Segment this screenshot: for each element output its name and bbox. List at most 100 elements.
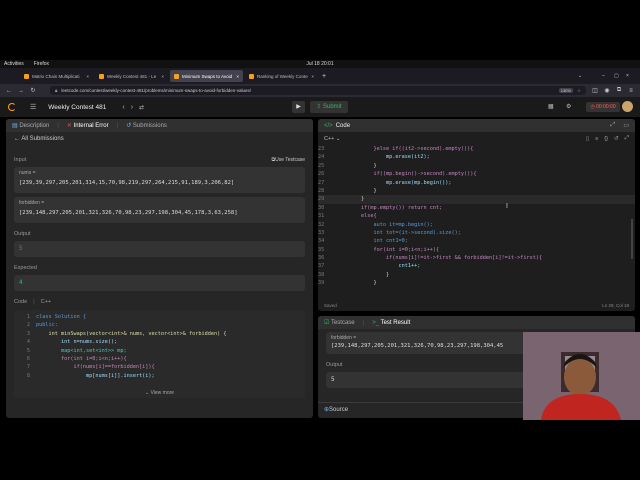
tab-label: Test Result xyxy=(380,319,411,326)
timer-value: 00:00:00 xyxy=(596,104,616,110)
favicon-icon xyxy=(174,73,179,79)
extensions-icon[interactable]: ⧉ xyxy=(616,87,622,94)
editor-status-bar: Saved Ln 29, Col 18 xyxy=(318,299,635,311)
format-icon[interactable]: ≡ xyxy=(595,136,598,142)
error-icon: ✕ xyxy=(66,123,74,129)
prev-problem-icon[interactable]: ‹ xyxy=(122,104,124,111)
account-icon[interactable]: ◉ xyxy=(604,87,610,94)
shuffle-icon[interactable]: ⇄ xyxy=(139,104,144,111)
reset-icon[interactable]: ↺ xyxy=(614,136,619,142)
tab-description[interactable]: ▤ Description xyxy=(12,122,49,129)
submit-button[interactable]: ⇪ Submit xyxy=(310,101,348,113)
editor-line: 33 int tot=(it->second).size(); xyxy=(318,229,461,236)
forbidden-value: [239,148,297,205,201,321,326,70,98,23,29… xyxy=(19,210,238,216)
code-line: 3 int minSwaps(vector<int>& nums, vector… xyxy=(26,330,227,337)
close-icon[interactable]: × xyxy=(84,74,89,79)
favicon-icon xyxy=(99,73,104,79)
chevron-down-icon[interactable]: ⌄ xyxy=(578,73,582,79)
editor-line-current: 29 } xyxy=(318,195,635,204)
run-button[interactable]: ▶ xyxy=(292,101,305,113)
code-panel-title: Code xyxy=(335,122,351,129)
editor-line: 35 for(int i=0;i<n;i++){ xyxy=(318,246,440,253)
tab-label: Minimum Swaps to Avoid xyxy=(182,73,233,79)
editor-line: 39 } xyxy=(318,280,377,287)
all-submissions-label: All Submissions xyxy=(21,136,64,142)
all-submissions-link[interactable]: ← All Submissions xyxy=(6,132,313,146)
code-line: 4 int n=nums.size(); xyxy=(26,339,118,346)
tab-submissions[interactable]: ↺ Submissions xyxy=(126,122,167,129)
expand-icon[interactable]: ⤢ xyxy=(611,122,616,129)
expected-label: Expected xyxy=(14,265,37,271)
contest-title[interactable]: Weekly Contest 481 xyxy=(48,104,106,111)
editor-scrollbar[interactable] xyxy=(631,219,633,259)
close-icon[interactable]: × xyxy=(159,74,164,79)
gear-icon[interactable]: ⚙ xyxy=(566,103,571,110)
forbidden-name: forbidden = xyxy=(19,200,45,206)
submission-detail-panel: ▤ Description | ✕ Internal Error | ↺ Sub… xyxy=(6,119,313,418)
bookmark-icon[interactable]: ▯ xyxy=(586,136,589,142)
zoom-level[interactable]: 130% xyxy=(558,88,573,93)
editor-line: 25 } xyxy=(318,162,377,169)
saved-status: Saved xyxy=(324,302,337,308)
fullscreen-icon[interactable]: ⤢ xyxy=(625,135,629,142)
system-top-bar: Activities Firefox Jul 18 20:01 xyxy=(0,60,640,68)
tab-test-result[interactable]: >_ Test Result xyxy=(372,320,410,326)
browser-tab-3[interactable]: Minimum Swaps to Avoid × xyxy=(170,70,243,82)
list-icon[interactable]: ☰ xyxy=(30,103,36,111)
editor-line: 38 } xyxy=(318,271,390,278)
webcam-overlay xyxy=(523,332,640,420)
contest-timer[interactable]: ◷ 00:00:00 xyxy=(586,102,620,112)
close-window-icon[interactable]: × xyxy=(626,73,629,79)
left-tab-bar: ▤ Description | ✕ Internal Error | ↺ Sub… xyxy=(6,119,313,132)
tab-label: Internal Error xyxy=(73,123,109,129)
maximize-icon[interactable]: ▢ xyxy=(614,73,619,79)
webcam-person-image xyxy=(523,332,640,420)
use-testcase-button[interactable]: ⧉Use Testcase xyxy=(272,157,306,163)
close-icon[interactable]: × xyxy=(309,74,314,79)
back-icon[interactable]: ← xyxy=(6,88,12,94)
editor-line: 32 auto it=mp.begin(); xyxy=(318,221,433,228)
language-select[interactable]: C++ ⌄ xyxy=(324,136,341,142)
editor-line: 26 if((mp.begin()->second).empty()){ xyxy=(318,171,477,178)
bookmark-star-icon[interactable]: ☆ xyxy=(577,88,581,94)
tab-label: Matrix Chain Multiplicati xyxy=(32,73,80,79)
browser-tab-2[interactable]: Weekly Contest 481 - Le × xyxy=(95,70,168,82)
leetcode-logo-icon[interactable] xyxy=(8,103,16,111)
play-icon: ▶ xyxy=(296,104,301,110)
layout-icon[interactable]: ▦ xyxy=(548,103,554,110)
tab-internal-error[interactable]: ✕ Internal Error xyxy=(67,122,109,129)
code-icon: </> xyxy=(324,122,333,129)
browser-tab-strip: Matrix Chain Multiplicati × Weekly Contes… xyxy=(0,68,640,84)
code-editor[interactable]: 23 }else if((it2->second).empty()){ 24 m… xyxy=(318,145,635,288)
editor-line: 30 if(mp.empty()) return cnt; xyxy=(318,204,443,211)
result-tab-bar: ☑ Testcase | >_ Test Result xyxy=(318,316,635,329)
nums-field: nums = [239,39,297,205,201,314,15,70,98,… xyxy=(14,167,305,193)
history-icon: ↺ xyxy=(126,123,133,129)
minimize-icon[interactable]: – xyxy=(602,73,605,79)
next-problem-icon[interactable]: › xyxy=(131,104,133,111)
nums-value: [239,39,297,205,201,314,15,70,98,219,297… xyxy=(19,180,235,186)
pocket-icon[interactable]: ◫ xyxy=(592,87,598,94)
avatar[interactable] xyxy=(622,101,633,112)
system-clock[interactable]: Jul 18 20:01 xyxy=(0,61,640,67)
browser-tab-4[interactable]: Ranking of Weekly Conte × xyxy=(245,70,318,82)
collapse-icon[interactable]: ▭ xyxy=(623,122,629,129)
code-line: 6 for(int i=0;i<n;i++){ xyxy=(26,356,127,363)
forward-icon[interactable]: → xyxy=(18,88,24,94)
close-icon[interactable]: × xyxy=(234,74,239,79)
reload-icon[interactable]: ↻ xyxy=(30,87,36,94)
browser-nav-bar: ← → ↻ 🔒︎ leetcode.com/contest/weekly-con… xyxy=(0,84,640,97)
cursor-position: Ln 29, Col 18 xyxy=(602,302,629,308)
source-label: Source xyxy=(329,406,349,413)
language-value: C++ xyxy=(324,135,335,142)
new-tab-icon[interactable]: + xyxy=(322,73,326,80)
output-value: 5 xyxy=(14,241,305,257)
url-bar[interactable]: 🔒︎ leetcode.com/contest/weekly-contest-4… xyxy=(50,86,586,95)
tab-testcase[interactable]: ☑ Testcase xyxy=(324,319,355,326)
browser-tab-1[interactable]: Matrix Chain Multiplicati × xyxy=(20,70,93,82)
braces-icon[interactable]: {} xyxy=(604,136,608,142)
menu-icon[interactable]: ≡ xyxy=(628,88,634,94)
tab-label: Ranking of Weekly Conte xyxy=(257,73,308,79)
use-testcase-label: Use Testcase xyxy=(275,157,305,163)
view-more-button[interactable]: ⌄ View more xyxy=(14,380,305,398)
